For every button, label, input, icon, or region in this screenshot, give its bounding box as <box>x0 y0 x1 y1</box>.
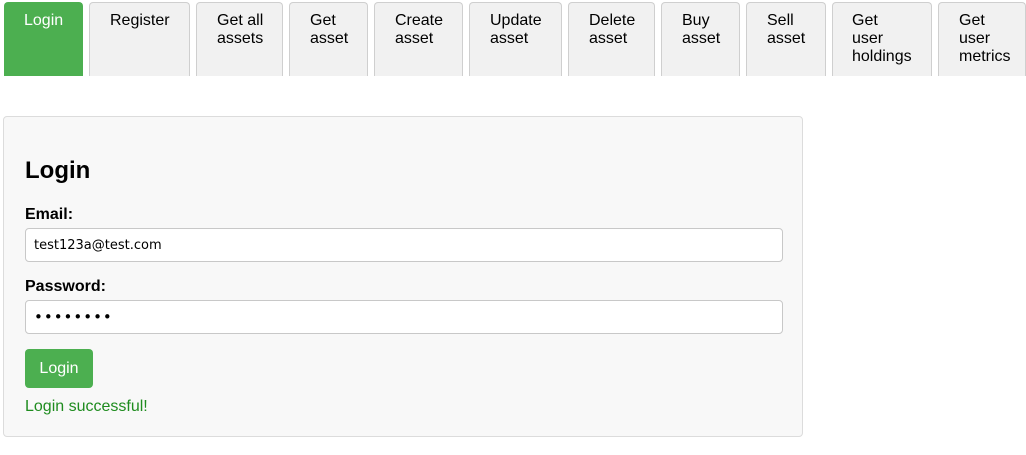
password-label: Password: <box>25 278 106 295</box>
tab-label: Get user metrics <box>959 12 1011 65</box>
email-label: Email: <box>25 206 74 223</box>
tab-sell-asset[interactable]: Sell asset <box>746 2 826 76</box>
tab-get-user-holdings[interactable]: Get user holdings <box>832 2 932 76</box>
tab-get-user-metrics[interactable]: Get user metrics <box>938 2 1026 76</box>
tab-label: Create asset <box>395 12 444 47</box>
tab-label: Update asset <box>490 12 542 47</box>
tab-label: Get asset <box>310 12 349 47</box>
tab-delete-asset[interactable]: Delete asset <box>568 2 655 76</box>
email-field[interactable] <box>25 228 783 262</box>
login-button[interactable]: Login <box>25 349 93 388</box>
tab-label: Delete asset <box>589 12 636 47</box>
tab-get-asset[interactable]: Get asset <box>289 2 368 76</box>
tab-label: Register <box>110 12 170 29</box>
tab-update-asset[interactable]: Update asset <box>469 2 562 76</box>
tab-label: Login <box>24 12 64 29</box>
tab-label: Get user holdings <box>852 12 912 65</box>
tab-get-all-assets[interactable]: Get all assets <box>196 2 283 76</box>
tab-label: Get all assets <box>217 12 264 47</box>
tab-label: Sell asset <box>767 12 806 47</box>
status-message: Login successful! <box>25 398 148 415</box>
login-panel: Login Email: Password: Login Login succe… <box>3 116 803 437</box>
tab-create-asset[interactable]: Create asset <box>374 2 463 76</box>
password-field[interactable] <box>25 300 783 334</box>
tab-register[interactable]: Register <box>89 2 190 76</box>
form-title: Login <box>25 157 91 184</box>
tab-buy-asset[interactable]: Buy asset <box>661 2 740 76</box>
tab-label: Buy asset <box>682 12 721 47</box>
tab-bar: Login Register Get all assets Get asset … <box>4 2 1026 76</box>
tab-login[interactable]: Login <box>4 2 83 76</box>
